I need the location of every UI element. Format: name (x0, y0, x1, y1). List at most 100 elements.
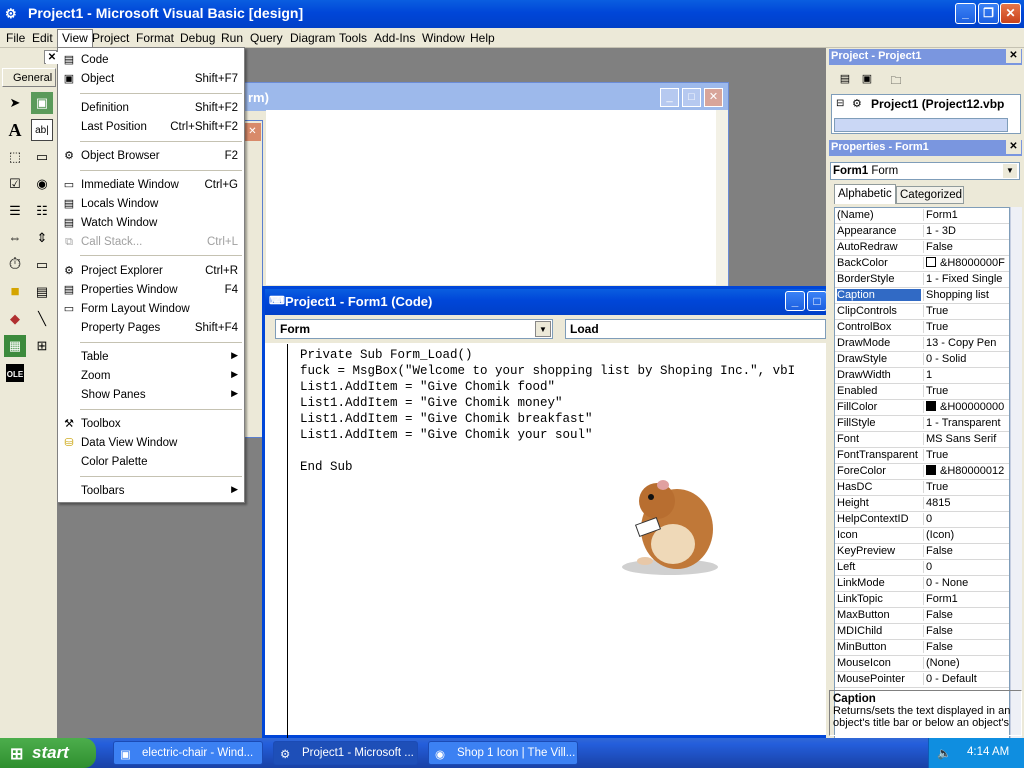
menu-item-toolbars[interactable]: Toolbars ▶ (58, 482, 244, 501)
object-combo[interactable]: Form ▼ (275, 319, 553, 339)
vscrollbar-tool-icon[interactable]: ⇕ (31, 227, 53, 249)
property-value[interactable]: (Icon) (923, 529, 1009, 541)
property-row[interactable]: DrawWidth 1 (835, 368, 1009, 384)
tab-alphabetic[interactable]: Alphabetic (834, 184, 896, 204)
task-electric-chair[interactable]: ▣ electric-chair - Wind... (113, 741, 263, 765)
property-row[interactable]: MouseIcon (None) (835, 656, 1009, 672)
menu-item-color-palette[interactable]: Color Palette (58, 453, 244, 472)
property-value[interactable]: Form1 (923, 593, 1009, 605)
code-maximize-button[interactable]: □ (807, 291, 827, 311)
property-row[interactable]: AutoRedraw False (835, 240, 1009, 256)
view-code-icon[interactable]: ▤ (836, 72, 854, 88)
menu-run[interactable]: Run (221, 31, 243, 45)
property-row[interactable]: HelpContextID 0 (835, 512, 1009, 528)
frame-tool-icon[interactable]: ⬚ (4, 146, 26, 168)
form-designer-window[interactable]: rm) _ □ ✕ (243, 82, 729, 290)
designer-scrollbar[interactable] (716, 110, 728, 285)
menu-item-locals-window[interactable]: ▤ Locals Window (58, 195, 244, 214)
property-row[interactable]: KeyPreview False (835, 544, 1009, 560)
menu-view[interactable]: View (57, 29, 93, 48)
menu-item-immediate-window[interactable]: ▭ Immediate Window Ctrl+G (58, 176, 244, 195)
checkbox-tool-icon[interactable]: ☑ (4, 173, 26, 195)
menu-item-project-explorer[interactable]: ⚙ Project Explorer Ctrl+R (58, 262, 244, 281)
optionbutton-tool-icon[interactable]: ◉ (31, 173, 53, 195)
ole-tool-icon[interactable]: OLE (4, 362, 26, 384)
property-value[interactable]: Shopping list (923, 289, 1009, 301)
project-tree-item[interactable]: Project1 (Project12.vbp (871, 97, 1004, 111)
property-value[interactable]: 0 (923, 561, 1009, 573)
speaker-icon[interactable]: 🔈 (937, 746, 951, 760)
property-row[interactable]: Left 0 (835, 560, 1009, 576)
image-tool-icon[interactable]: ▦ (4, 335, 26, 357)
menu-item-last-position[interactable]: Last Position Ctrl+Shift+F2 (58, 118, 244, 137)
menu-addins[interactable]: Add-Ins (374, 31, 415, 45)
property-row[interactable]: FontTransparent True (835, 448, 1009, 464)
property-row[interactable]: Caption Shopping list (835, 288, 1009, 304)
menu-item-zoom[interactable]: Zoom ▶ (58, 367, 244, 386)
menu-item-definition[interactable]: Definition Shift+F2 (58, 99, 244, 118)
property-value[interactable]: 13 - Copy Pen (923, 337, 1009, 349)
combobox-tool-icon[interactable]: ☰ (4, 200, 26, 222)
hscrollbar-tool-icon[interactable]: ⇔ (4, 227, 26, 249)
chevron-down-icon[interactable]: ▼ (1003, 164, 1017, 178)
task-shop-icon[interactable]: ◉ Shop 1 Icon | The Vill... (428, 741, 578, 765)
menu-item-show-panes[interactable]: Show Panes ▶ (58, 386, 244, 405)
timer-tool-icon[interactable]: ⏱ (4, 254, 26, 276)
menu-diagram[interactable]: Diagram (290, 31, 335, 45)
property-row[interactable]: BorderStyle 1 - Fixed Single (835, 272, 1009, 288)
property-value[interactable]: &H80000012 (923, 465, 1009, 477)
menu-item-toolbox[interactable]: ⚒ Toolbox (58, 415, 244, 434)
property-value[interactable]: False (923, 609, 1009, 621)
filelistbox-tool-icon[interactable]: ▤ (31, 281, 53, 303)
picturebox-tool-icon[interactable]: ▣ (31, 92, 53, 114)
toggle-folders-icon[interactable]: 🗀 (887, 72, 905, 88)
menu-item-properties-window[interactable]: ▤ Properties Window F4 (58, 281, 244, 300)
menu-item-code[interactable]: ▤ Code (58, 51, 244, 70)
property-row[interactable]: BackColor &H8000000F (835, 256, 1009, 272)
project-panel-close-icon[interactable]: ✕ (1006, 49, 1021, 63)
property-value[interactable]: True (923, 449, 1009, 461)
property-row[interactable]: MinButton False (835, 640, 1009, 656)
property-grid-scrollbar[interactable] (1010, 207, 1022, 752)
property-row[interactable]: LinkMode 0 - None (835, 576, 1009, 592)
restore-button[interactable]: ❐ (978, 3, 999, 24)
property-value[interactable]: False (923, 241, 1009, 253)
project-tree-hscroll[interactable] (834, 118, 1008, 132)
menu-help[interactable]: Help (470, 31, 495, 45)
tree-collapse-icon[interactable]: ⊟ (836, 98, 844, 109)
menu-window[interactable]: Window (422, 31, 465, 45)
menu-query[interactable]: Query (250, 31, 283, 45)
property-row[interactable]: Appearance 1 - 3D (835, 224, 1009, 240)
property-row[interactable]: ControlBox True (835, 320, 1009, 336)
tab-categorized[interactable]: Categorized (896, 186, 964, 204)
dirlistbox-tool-icon[interactable]: ■ (4, 281, 26, 303)
property-value[interactable]: 0 - Solid (923, 353, 1009, 365)
property-value[interactable]: False (923, 641, 1009, 653)
property-row[interactable]: DrawMode 13 - Copy Pen (835, 336, 1009, 352)
property-value[interactable]: False (923, 545, 1009, 557)
property-value[interactable]: 4815 (923, 497, 1009, 509)
drivelistbox-tool-icon[interactable]: ▭ (31, 254, 53, 276)
form-canvas[interactable] (266, 110, 716, 285)
menu-item-property-pages[interactable]: Property Pages Shift+F4 (58, 319, 244, 338)
property-value[interactable]: 0 (923, 513, 1009, 525)
start-button[interactable]: ⊞ start (0, 738, 96, 768)
properties-panel-close-icon[interactable]: ✕ (1006, 140, 1021, 154)
close-button[interactable]: ✕ (1000, 3, 1021, 24)
label-tool-icon[interactable]: A (4, 119, 26, 141)
menu-edit[interactable]: Edit (32, 31, 53, 45)
property-value[interactable]: False (923, 625, 1009, 637)
menu-item-form-layout-window[interactable]: ▭ Form Layout Window (58, 300, 244, 319)
pointer-tool-icon[interactable]: ➤ (4, 92, 26, 114)
code-window[interactable]: ⌨ Project1 - Form1 (Code) _ □ Form ▼ Loa… (262, 286, 827, 738)
property-value[interactable]: 1 - 3D (923, 225, 1009, 237)
view-menu-close-icon[interactable]: ✕ (46, 52, 58, 64)
textbox-tool-icon[interactable]: ab| (31, 119, 53, 141)
line-tool-icon[interactable]: ╲ (31, 308, 53, 330)
property-row[interactable]: MaxButton False (835, 608, 1009, 624)
menu-format[interactable]: Format (136, 31, 174, 45)
property-row[interactable]: MDIChild False (835, 624, 1009, 640)
property-row[interactable]: Enabled True (835, 384, 1009, 400)
property-value[interactable]: Form1 (923, 209, 1009, 221)
property-value[interactable]: 0 - None (923, 577, 1009, 589)
